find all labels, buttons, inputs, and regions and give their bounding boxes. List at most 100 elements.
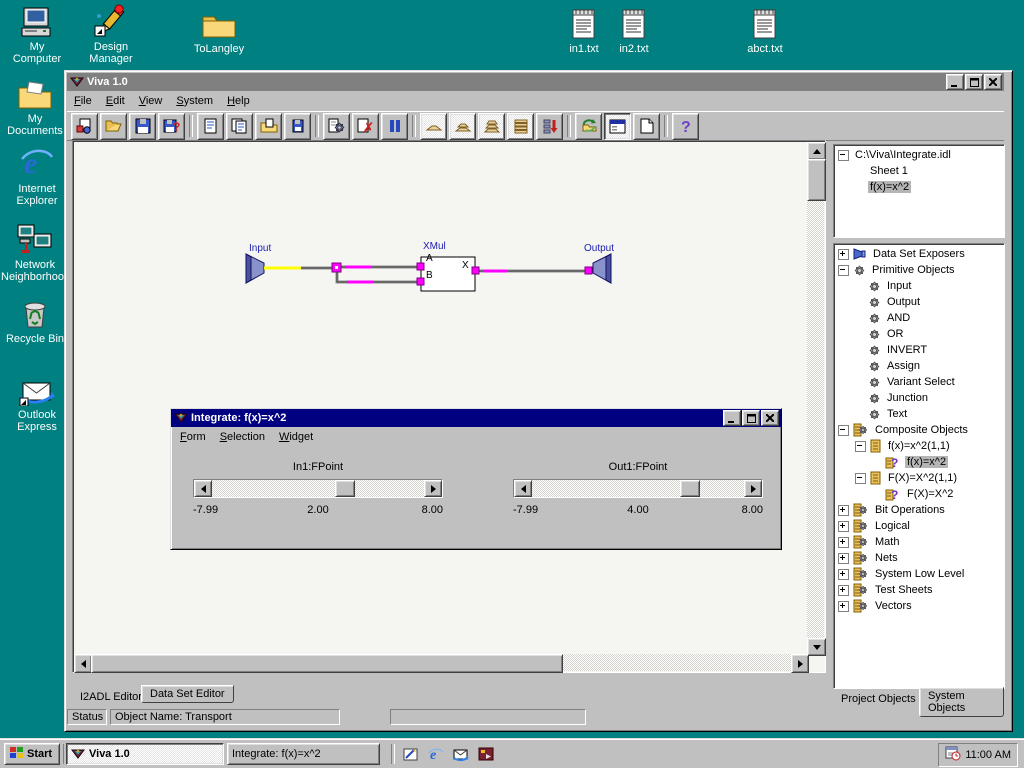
tree-item-label[interactable]: Variant Select (885, 376, 957, 388)
expand-plus-icon[interactable] (838, 537, 849, 548)
tree-item-label[interactable]: Test Sheets (873, 584, 934, 596)
tree-item-label[interactable]: F(X)=X^2 (905, 488, 955, 500)
save-button[interactable] (129, 113, 156, 140)
window-view-button[interactable] (604, 113, 631, 140)
desktop-icon-abct-txt[interactable]: abct.txt (739, 4, 791, 55)
dialog-titlebar[interactable]: Integrate: f(x)=x^2 (171, 409, 781, 427)
tree-item[interactable]: OR (836, 326, 1004, 342)
tree-item[interactable]: Input (836, 278, 1004, 294)
tree-item[interactable]: Sheet 1 (836, 163, 1004, 179)
tree-item[interactable]: Output (836, 294, 1004, 310)
tree-item-label[interactable]: f(x)=x^2 (905, 456, 948, 468)
tree-item[interactable]: Variant Select (836, 374, 1004, 390)
tree-item-label[interactable]: Bit Operations (873, 504, 947, 516)
slider-left-arrow[interactable] (194, 480, 212, 497)
pause-button[interactable] (381, 113, 408, 140)
flatten-2-button[interactable] (449, 113, 476, 140)
tree-item[interactable]: INVERT (836, 342, 1004, 358)
expand-minus-icon[interactable] (855, 441, 866, 452)
tree-item-label[interactable]: Data Set Exposers (871, 248, 967, 260)
expand-plus-icon[interactable] (838, 553, 849, 564)
import-doc-button[interactable] (255, 113, 282, 140)
save-as-button[interactable]: ? (158, 113, 185, 140)
dialog-menu-form[interactable]: Form (173, 430, 213, 444)
scroll-left-button[interactable] (74, 654, 92, 673)
panel-tab-system-objects[interactable]: System Objects (919, 687, 1004, 717)
pen-pad-icon[interactable] (402, 745, 420, 763)
desktop-icon-outlook-express[interactable]: Outlook Express (6, 370, 68, 433)
tree-item[interactable]: Primitive Objects (836, 262, 1004, 278)
task-button-integrate-f-x-x-2[interactable]: Integrate: f(x)=x^2 (227, 743, 380, 765)
tree-item-label[interactable]: Primitive Objects (870, 264, 957, 276)
copy-sheet-button[interactable] (226, 113, 253, 140)
tree-item[interactable]: Nets (836, 550, 1004, 566)
tree-item[interactable]: Data Set Exposers (836, 246, 1004, 262)
start-button[interactable]: Start (4, 743, 60, 765)
flatten-1-button[interactable] (420, 113, 447, 140)
build-button[interactable] (323, 113, 350, 140)
tree-item-label[interactable]: System Low Level (873, 568, 966, 580)
save-small-button[interactable] (284, 113, 311, 140)
expand-plus-icon[interactable] (838, 569, 849, 580)
i2adl-canvas[interactable]: Input XMul A B X Output (72, 140, 826, 673)
slider-1[interactable] (193, 479, 443, 498)
dialog-menu-selection[interactable]: Selection (213, 430, 272, 444)
tree-item-label[interactable]: f(x)=x^2 (868, 181, 911, 193)
canvas-vertical-scrollbar[interactable] (807, 142, 824, 656)
expand-minus-icon[interactable] (855, 473, 866, 484)
scroll-down-button[interactable] (807, 638, 826, 656)
desktop-icon-my-documents[interactable]: My Documents (2, 74, 68, 137)
tree-item[interactable]: Vectors (836, 598, 1004, 614)
clock[interactable]: 11:00 AM (965, 749, 1011, 761)
tree-item[interactable]: Bit Operations (836, 502, 1004, 518)
tree-item-label[interactable]: Composite Objects (873, 424, 970, 436)
open-folder-button[interactable] (100, 113, 127, 140)
tree-item-label[interactable]: C:\Viva\Integrate.idl (853, 149, 953, 161)
flatten-3-button[interactable] (478, 113, 505, 140)
new-project-button[interactable] (71, 113, 98, 140)
slider-2[interactable] (513, 479, 763, 498)
tree-item[interactable]: C:\Viva\Integrate.idl (836, 147, 1004, 163)
tree-item[interactable]: Junction (836, 390, 1004, 406)
expand-plus-icon[interactable] (838, 249, 849, 260)
tree-item-label[interactable]: F(X)=X^2(1,1) (886, 472, 959, 484)
tree-item-label[interactable]: Math (873, 536, 901, 548)
tree-item-label[interactable]: Input (885, 280, 913, 292)
main-menu-help[interactable]: Help (220, 94, 257, 108)
slider-thumb[interactable] (335, 480, 355, 497)
tree-item[interactable]: f(x)=x^2(1,1) (836, 438, 1004, 454)
desktop-icon-design-manager[interactable]: Design Manager (82, 2, 140, 65)
expand-minus-icon[interactable] (838, 425, 849, 436)
scheduler-tray-icon[interactable] (945, 746, 961, 764)
tree-item-label[interactable]: INVERT (885, 344, 929, 356)
output-object-label[interactable]: Output (584, 243, 618, 254)
viva-titlebar[interactable]: Viva 1.0 (67, 73, 1004, 91)
expand-plus-icon[interactable] (838, 521, 849, 532)
tree-item[interactable]: Logical (836, 518, 1004, 534)
task-button-viva-1-0[interactable]: Viva 1.0 (66, 743, 224, 765)
sort-down-button[interactable] (536, 113, 563, 140)
editor-tab-data-set-editor[interactable]: Data Set Editor (141, 685, 234, 703)
expand-minus-icon[interactable] (838, 150, 849, 161)
desktop-icon-my-computer[interactable]: My Computer (6, 2, 68, 65)
scroll-up-button[interactable] (807, 142, 826, 160)
desktop-icon-tolangley[interactable]: ToLangley (186, 4, 252, 55)
media-icon[interactable] (477, 745, 495, 763)
refresh-folder-button[interactable] (575, 113, 602, 140)
tree-item[interactable]: ?f(x)=x^2 (836, 454, 1004, 470)
desktop-icon-recycle-bin[interactable]: Recycle Bin (4, 294, 66, 345)
slider-left-arrow[interactable] (514, 480, 532, 497)
expand-plus-icon[interactable] (838, 601, 849, 612)
tree-item-label[interactable]: Nets (873, 552, 900, 564)
tree-item-label[interactable]: Logical (873, 520, 912, 532)
tree-item[interactable]: F(X)=X^2(1,1) (836, 470, 1004, 486)
new-sheet-button[interactable] (197, 113, 224, 140)
dialog-minimize-button[interactable] (723, 410, 741, 426)
tree-item[interactable]: Text (836, 406, 1004, 422)
dialog-maximize-button[interactable] (742, 410, 760, 426)
main-menu-system[interactable]: System (169, 94, 220, 108)
slider-right-arrow[interactable] (744, 480, 762, 497)
expand-plus-icon[interactable] (838, 585, 849, 596)
slider-right-arrow[interactable] (424, 480, 442, 497)
desktop-icon-in1-txt[interactable]: in1.txt (560, 4, 608, 55)
